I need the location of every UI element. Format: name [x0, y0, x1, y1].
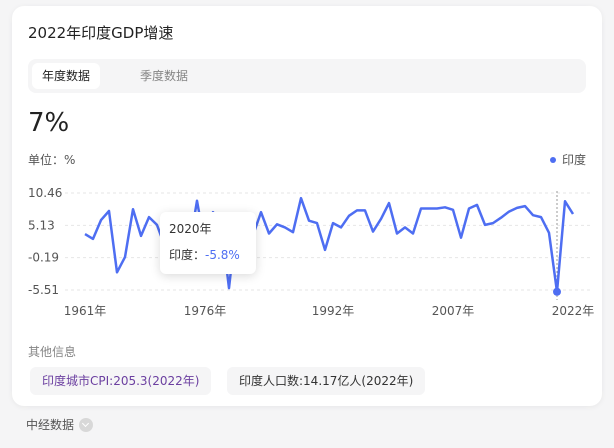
y-tick-label: 10.46	[28, 186, 62, 200]
gdp-line-chart[interactable]: 10.46 5.13 -0.19 -5.51 1961年 1976年 1992年 2007年 2…	[0, 180, 614, 320]
highlight-point[interactable]	[553, 287, 561, 296]
tooltip-label: 印度：	[169, 248, 206, 262]
card-title: 2022年印度GDP增速	[28, 24, 174, 42]
cpi-chip[interactable]: 印度城市CPI:205.3(2022年)	[30, 367, 212, 395]
tab-quarterly[interactable]: 季度数据	[130, 63, 198, 89]
x-tick-label: 1976年	[184, 304, 227, 318]
legend[interactable]: 印度	[549, 151, 586, 168]
chart-tooltip: 2020年 印度：-5.8%	[160, 212, 256, 274]
unit-label: 单位：%	[28, 153, 76, 167]
x-tick-label: 1992年	[312, 304, 355, 318]
x-tick-label: 1961年	[64, 304, 107, 318]
footer-source[interactable]: 中经数据	[26, 416, 94, 433]
legend-label: 印度	[561, 153, 586, 167]
x-tick-label: 2022年	[552, 304, 595, 318]
population-chip[interactable]: 印度人口数:14.17亿人(2022年)	[227, 367, 426, 395]
x-tick-label: 2007年	[432, 304, 475, 318]
current-value: 7%	[28, 108, 70, 138]
tooltip-year: 2020年	[169, 222, 212, 236]
chevron-down-icon	[79, 417, 94, 432]
y-tick-label: 5.13	[28, 218, 55, 232]
series-line-india	[84, 196, 575, 294]
y-tick-label: -0.19	[28, 251, 59, 265]
tab-annual[interactable]: 年度数据	[32, 63, 101, 89]
other-info-title: 其他信息	[28, 345, 77, 359]
tab-bar: 年度数据 季度数据	[28, 59, 586, 93]
legend-dot-icon	[549, 156, 556, 163]
tooltip-value: -5.8%	[205, 248, 240, 262]
y-tick-label: -5.51	[28, 283, 59, 297]
footer-label: 中经数据	[26, 418, 75, 432]
